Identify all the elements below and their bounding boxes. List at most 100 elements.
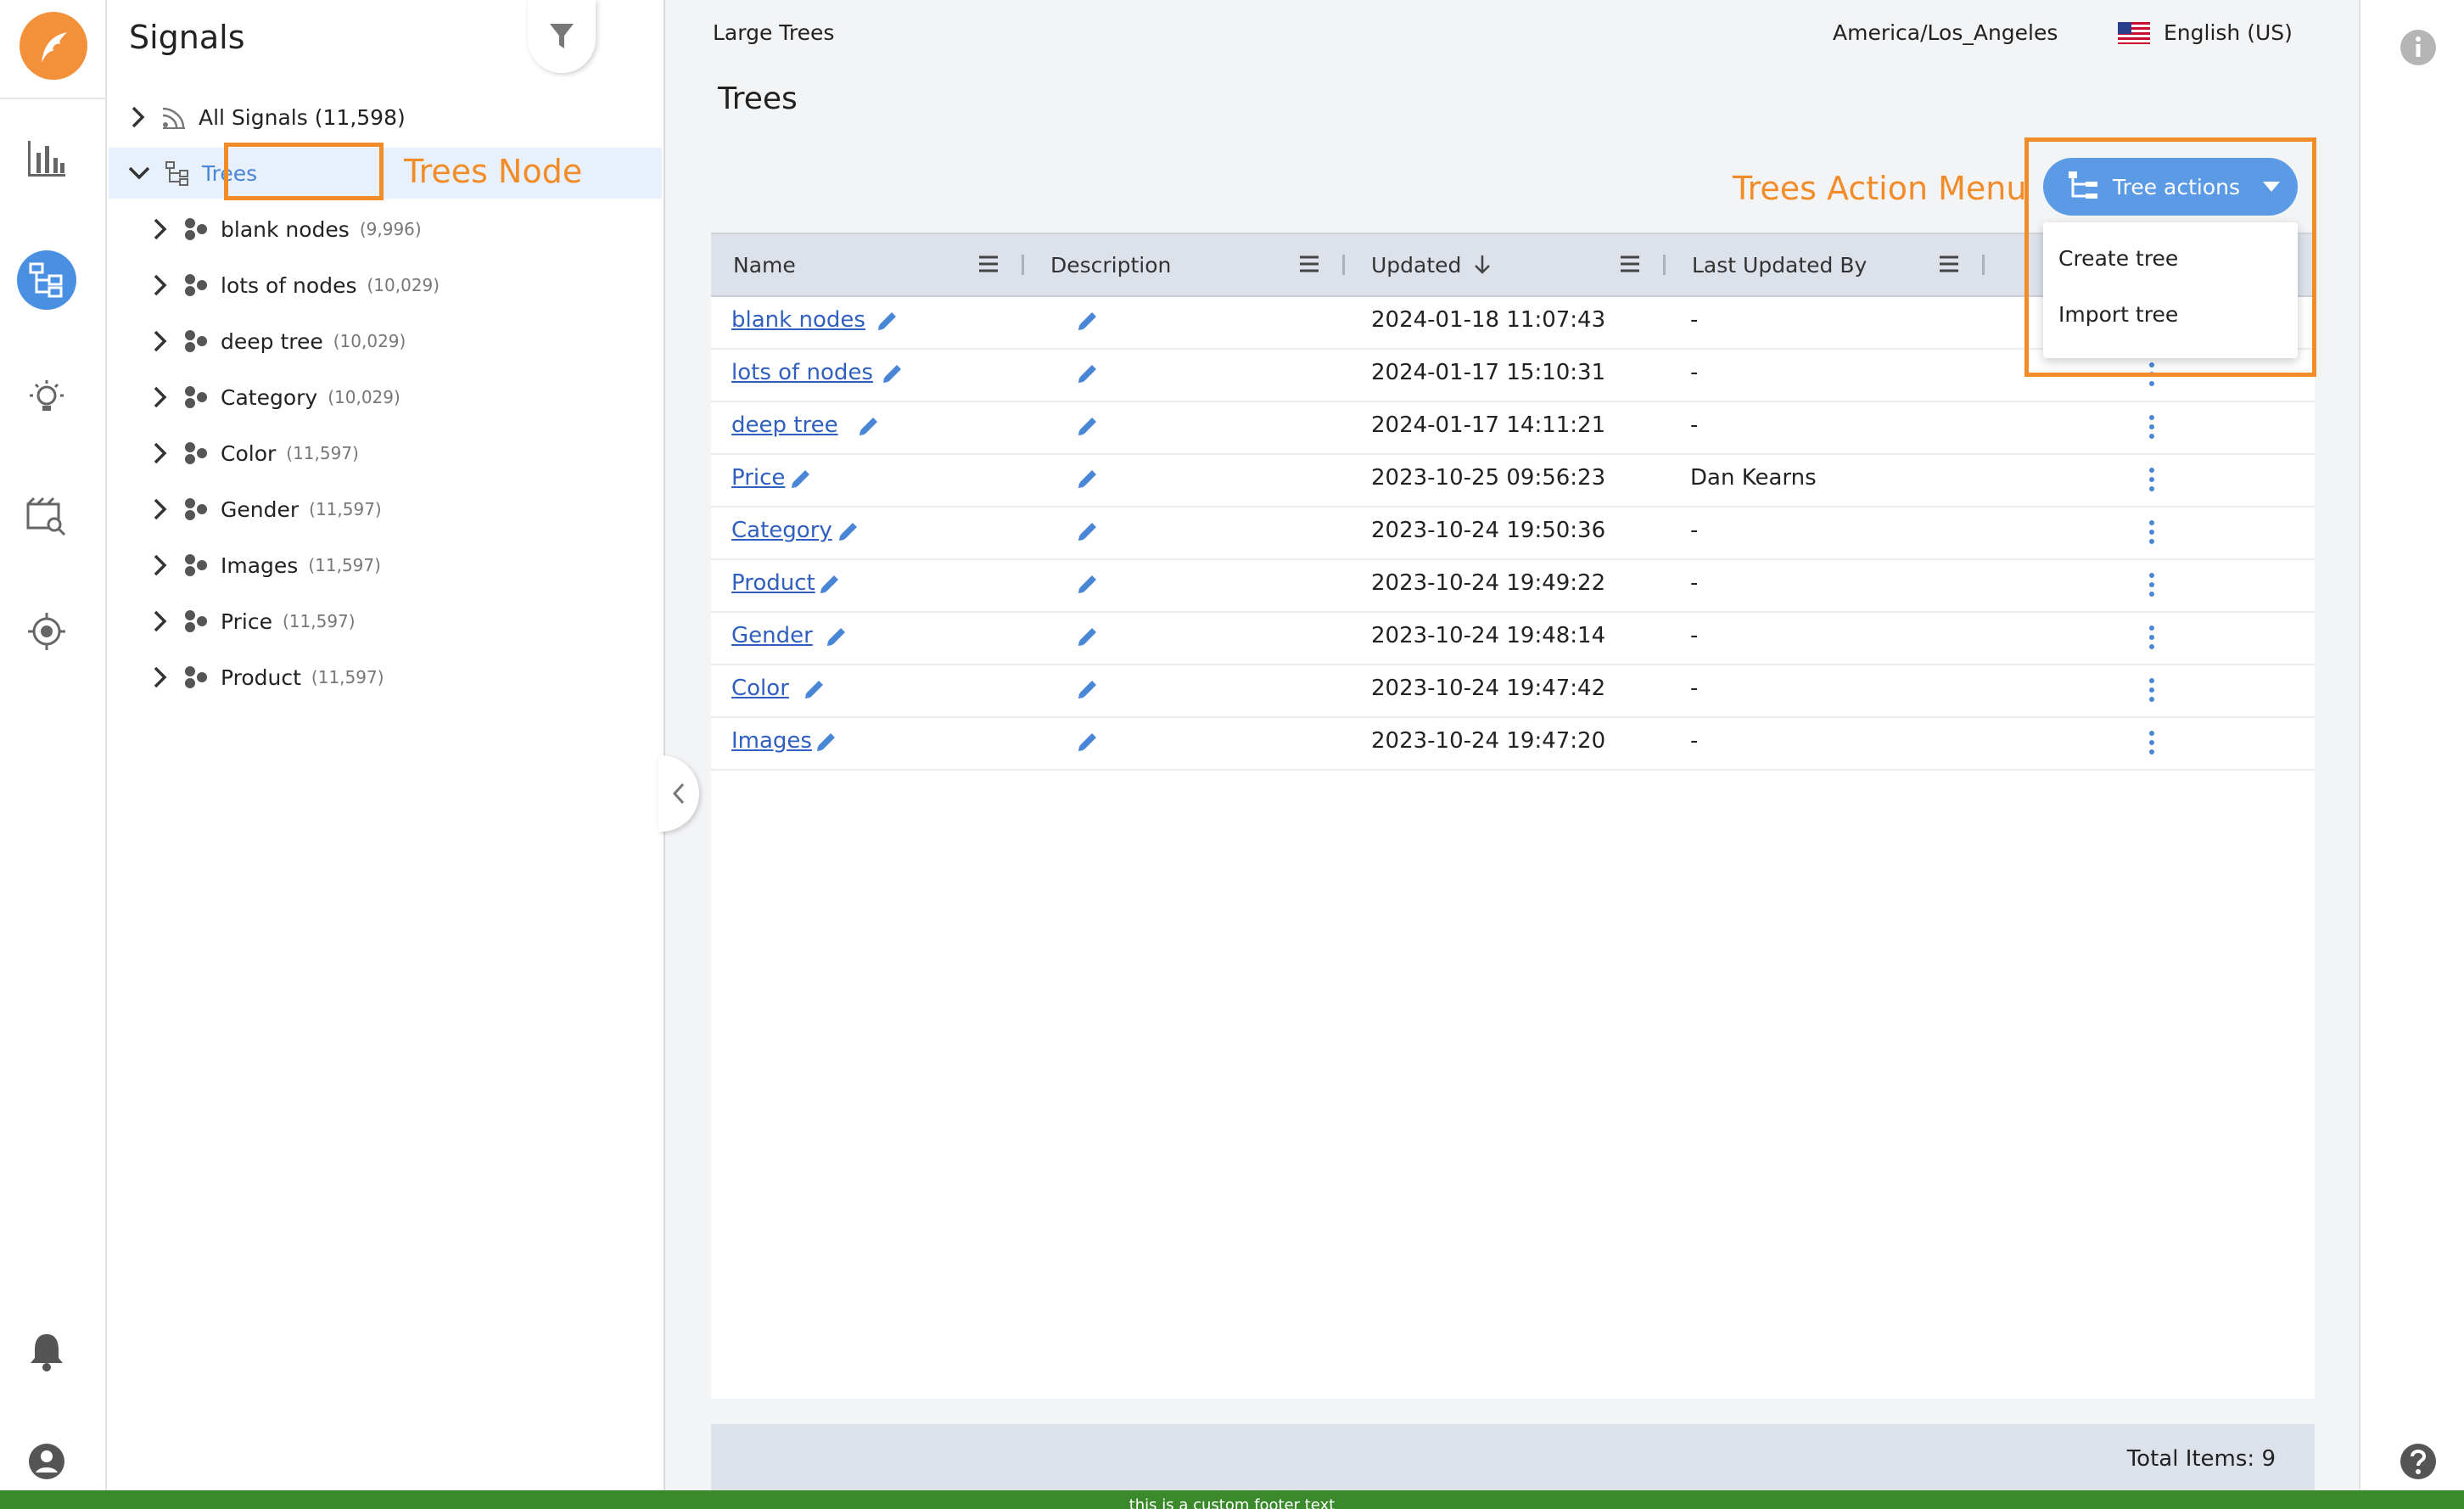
column-menu-icon[interactable] (1938, 253, 1960, 275)
filter-button[interactable] (528, 0, 596, 73)
trees-nav-icon[interactable] (17, 250, 76, 310)
column-menu-icon[interactable] (977, 253, 1000, 275)
row-actions-kebab-icon[interactable] (2148, 625, 2155, 650)
notifications-bell-icon[interactable] (23, 1327, 70, 1375)
tree-name-link[interactable]: Product (731, 570, 815, 596)
tree-item[interactable]: Price (11,597) (151, 596, 356, 647)
chevron-right-icon[interactable] (151, 385, 170, 409)
tree-name-link[interactable]: blank nodes (731, 307, 865, 333)
tree-name-link[interactable]: Gender (731, 623, 813, 648)
timezone-label[interactable]: America/Los_Angeles (1833, 20, 2058, 45)
tree-item-count: (11,597) (309, 499, 382, 519)
table-row[interactable]: Category 2023-10-24 19:50:36 - (711, 506, 2315, 560)
table-row[interactable]: Product 2023-10-24 19:49:22 - (711, 558, 2315, 613)
tree-name-link[interactable]: Price (731, 465, 785, 491)
table-row[interactable]: deep tree 2024-01-17 14:11:21 - (711, 401, 2315, 455)
table-row[interactable]: Images 2023-10-24 19:47:20 - (711, 716, 2315, 771)
edit-name-pencil-icon[interactable] (803, 677, 826, 701)
edit-name-pencil-icon[interactable] (815, 730, 838, 754)
row-actions-kebab-icon[interactable] (2148, 467, 2155, 492)
edit-name-pencil-icon[interactable] (789, 467, 813, 491)
chevron-right-icon[interactable] (151, 609, 170, 633)
edit-description-pencil-icon[interactable] (1076, 309, 1100, 333)
chevron-right-icon[interactable] (151, 217, 170, 241)
chevron-right-icon[interactable] (151, 553, 170, 577)
tree-item-label: Gender (221, 496, 300, 522)
column-menu-icon[interactable] (1298, 253, 1320, 275)
edit-name-pencil-icon[interactable] (837, 519, 860, 543)
tree-name-link[interactable]: Color (731, 676, 789, 701)
column-header-updated[interactable]: Updated (1371, 234, 1492, 295)
tree-item[interactable]: Images (11,597) (151, 540, 381, 591)
media-search-icon[interactable] (23, 492, 70, 540)
tree-item-count: (11,598) (314, 104, 406, 130)
tree-item-label: lots of nodes (221, 272, 357, 298)
tree-item-count: (10,029) (367, 275, 440, 295)
tree-item[interactable]: Category (10,029) (151, 372, 400, 423)
chevron-right-icon[interactable] (151, 497, 170, 521)
breadcrumb[interactable]: Large Trees (713, 20, 834, 45)
table-row[interactable]: Gender 2023-10-24 19:48:14 - (711, 611, 2315, 665)
edit-description-pencil-icon[interactable] (1076, 519, 1100, 543)
edit-name-pencil-icon[interactable] (857, 414, 881, 438)
node-group-icon (185, 498, 207, 520)
help-icon[interactable] (2400, 1443, 2437, 1480)
user-account-icon[interactable] (23, 1438, 70, 1485)
column-header-description[interactable]: Description (1050, 234, 1171, 295)
edit-name-pencil-icon[interactable] (818, 572, 842, 596)
chevron-right-icon[interactable] (129, 105, 148, 129)
edit-name-pencil-icon[interactable] (876, 309, 899, 333)
row-actions-kebab-icon[interactable] (2148, 414, 2155, 440)
table-row[interactable]: Price 2023-10-25 09:56:23 Dan Kearns (711, 453, 2315, 508)
tree-item-all-signals[interactable]: All Signals (11,598) (129, 92, 406, 143)
trees-node-annotation: Trees Node (404, 153, 583, 190)
tree-item[interactable]: lots of nodes (10,029) (151, 260, 440, 311)
column-resize-handle[interactable] (1022, 255, 1024, 275)
column-menu-icon[interactable] (1619, 253, 1641, 275)
column-resize-handle[interactable] (1663, 255, 1666, 275)
column-header-last-updated-by[interactable]: Last Updated By (1692, 234, 1867, 295)
tree-name-link[interactable]: Category (731, 518, 832, 543)
column-resize-handle[interactable] (1342, 255, 1345, 275)
tree-item[interactable]: blank nodes (9,996) (151, 204, 422, 255)
lightbulb-icon[interactable] (23, 373, 70, 421)
column-header-name[interactable]: Name (733, 234, 796, 295)
edit-description-pencil-icon[interactable] (1076, 414, 1100, 438)
chevron-right-icon[interactable] (151, 441, 170, 465)
analytics-icon[interactable] (23, 136, 70, 183)
chevron-right-icon[interactable] (151, 665, 170, 689)
tree-name-link[interactable]: Images (731, 728, 812, 754)
tree-actions-annotation: Trees Action Menu (1733, 170, 2027, 207)
table-row[interactable]: Color 2023-10-24 19:47:42 - (711, 664, 2315, 718)
row-actions-kebab-icon[interactable] (2148, 572, 2155, 597)
edit-description-pencil-icon[interactable] (1076, 467, 1100, 491)
edit-name-pencil-icon[interactable] (825, 625, 848, 648)
language-selector[interactable]: English (US) (2118, 20, 2293, 45)
edit-description-pencil-icon[interactable] (1076, 572, 1100, 596)
chevron-right-icon[interactable] (151, 329, 170, 353)
tree-item-label: Category (221, 384, 318, 410)
chevron-right-icon[interactable] (151, 273, 170, 297)
row-actions-kebab-icon[interactable] (2148, 677, 2155, 703)
sort-descending-arrow-icon[interactable] (1473, 254, 1492, 276)
tree-name-link[interactable]: lots of nodes (731, 360, 873, 385)
tree-item-label: Images (221, 553, 299, 578)
chevron-down-icon[interactable] (127, 164, 151, 182)
edit-description-pencil-icon[interactable] (1076, 625, 1100, 648)
tree-item[interactable]: Product (11,597) (151, 652, 384, 703)
info-icon[interactable] (2400, 29, 2437, 66)
row-actions-kebab-icon[interactable] (2148, 519, 2155, 545)
edit-description-pencil-icon[interactable] (1076, 730, 1100, 754)
tree-name-link[interactable]: deep tree (731, 412, 838, 438)
updated-cell: 2024-01-18 11:07:43 (1371, 307, 1606, 333)
edit-description-pencil-icon[interactable] (1076, 362, 1100, 385)
column-resize-handle[interactable] (1982, 255, 1985, 275)
target-icon[interactable] (23, 608, 70, 655)
tree-item[interactable]: Color (11,597) (151, 428, 359, 479)
edit-description-pencil-icon[interactable] (1076, 677, 1100, 701)
tree-item[interactable]: deep tree (10,029) (151, 316, 406, 367)
app-logo[interactable] (20, 12, 87, 80)
row-actions-kebab-icon[interactable] (2148, 730, 2155, 755)
edit-name-pencil-icon[interactable] (881, 362, 904, 385)
tree-item[interactable]: Gender (11,597) (151, 484, 382, 535)
